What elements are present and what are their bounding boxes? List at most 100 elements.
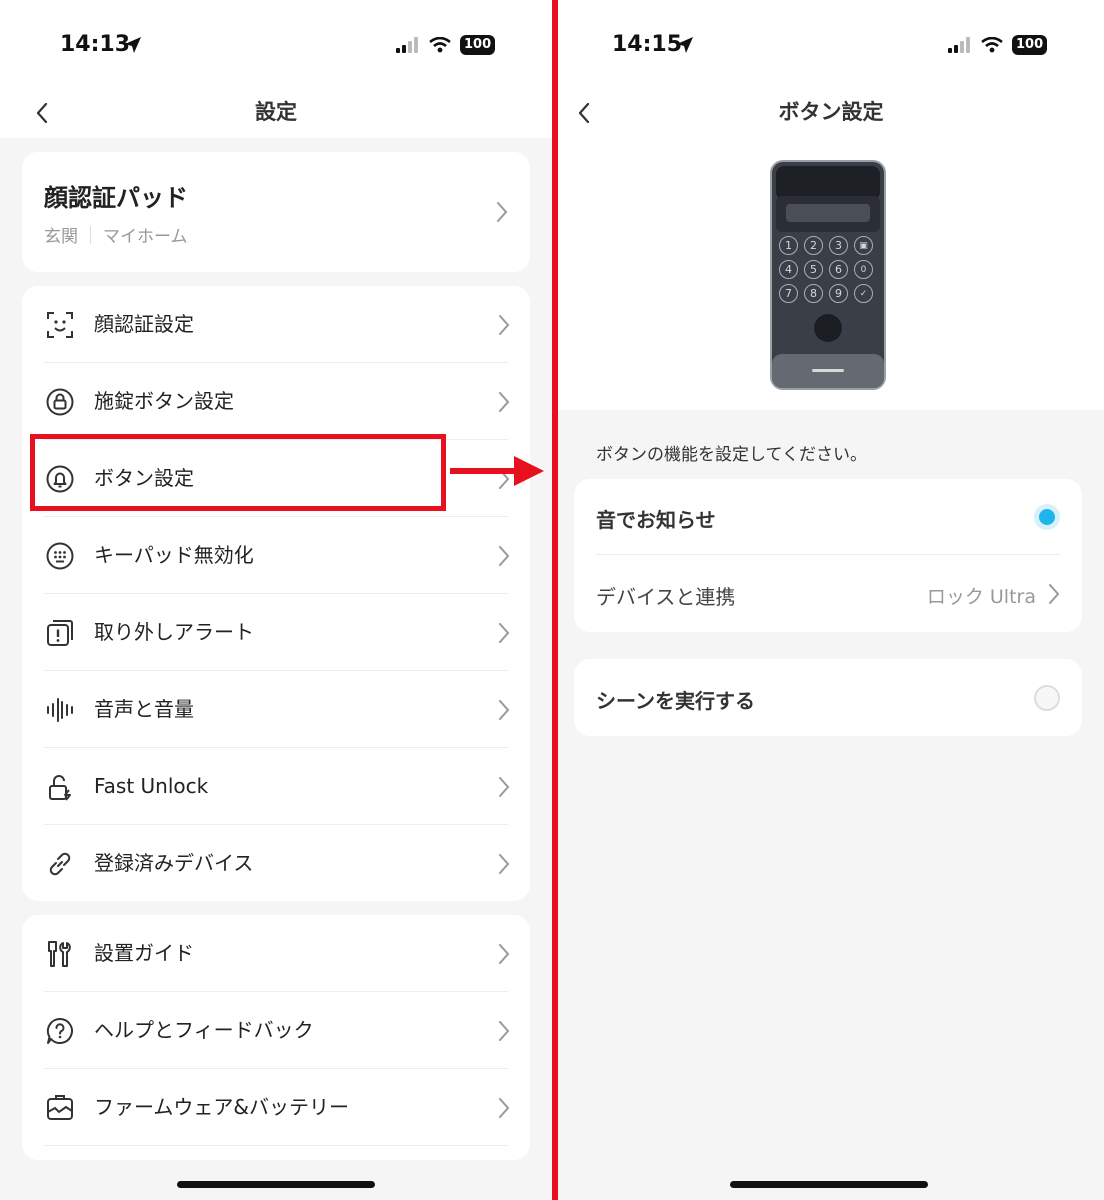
keypad-key: 9 bbox=[829, 284, 848, 303]
signal-icon bbox=[948, 37, 970, 53]
zero-key: 0 bbox=[854, 260, 873, 279]
support-menu-group: 設置ガイド ヘルプとフィードバック ファームウェア&バッテリー bbox=[22, 915, 530, 1160]
device-card[interactable]: 顔認証パッド 玄関 マイホーム bbox=[22, 152, 530, 272]
separator bbox=[90, 225, 91, 244]
keypad-key: 1 bbox=[779, 236, 798, 255]
arrow-line bbox=[450, 468, 520, 474]
firmware-icon bbox=[47, 1095, 73, 1120]
home-indicator bbox=[730, 1181, 928, 1188]
wifi-icon bbox=[429, 37, 451, 53]
keypad-key: 5 bbox=[804, 260, 823, 279]
menu-item-removal-alert[interactable]: 取り外しアラート bbox=[22, 594, 530, 671]
keypad-key: 6 bbox=[829, 260, 848, 279]
menu-item-label: 音声と音量 bbox=[94, 697, 194, 721]
status-time: 14:13 bbox=[60, 32, 131, 57]
chevron-right-icon bbox=[499, 944, 510, 964]
link-icon bbox=[49, 852, 71, 876]
menu-item-keypad-disable[interactable]: キーパッド無効化 bbox=[22, 517, 530, 594]
highlight-box bbox=[30, 434, 446, 511]
option-run-scene[interactable]: シーンを実行する bbox=[574, 659, 1082, 736]
keypad-key: 3 bbox=[829, 236, 848, 255]
battery-indicator: 100 bbox=[1012, 35, 1048, 55]
page-title: 設定 bbox=[255, 100, 297, 124]
radio-selected-icon[interactable] bbox=[1034, 504, 1060, 530]
option-label: デバイスと連携 bbox=[596, 585, 736, 609]
chevron-right-icon bbox=[499, 392, 510, 412]
battery-indicator: 100 bbox=[460, 35, 496, 55]
chevron-right-icon bbox=[499, 700, 510, 720]
unlock-icon bbox=[49, 775, 71, 801]
menu-item-label: キーパッド無効化 bbox=[94, 543, 254, 567]
nav-bar: 設定 bbox=[0, 88, 552, 138]
option-device-link[interactable]: デバイスと連携 ロック Ultra bbox=[574, 555, 1082, 632]
keypad-key: 7 bbox=[779, 284, 798, 303]
home-indicator bbox=[177, 1181, 375, 1188]
radio-unselected-icon[interactable] bbox=[1034, 685, 1060, 711]
location-arrow-icon bbox=[677, 37, 693, 53]
face-scan-icon bbox=[47, 312, 73, 338]
divider bbox=[44, 1145, 508, 1146]
keypad-key: 2 bbox=[804, 236, 823, 255]
status-icons: 100 bbox=[396, 35, 496, 55]
sound-wave-icon bbox=[47, 698, 73, 722]
chevron-right-icon bbox=[499, 546, 510, 566]
arrow-head-icon bbox=[514, 456, 544, 486]
chevron-right-icon bbox=[499, 777, 510, 797]
device-name: 顔認証パッド bbox=[44, 184, 188, 212]
keypad-key-grid: 1 2 3 ▣ 4 5 6 0 7 8 9 ✓ bbox=[779, 236, 877, 303]
status-time: 14:15 bbox=[612, 32, 683, 57]
check-key-icon: ✓ bbox=[854, 284, 873, 303]
menu-item-label: 顔認証設定 bbox=[94, 312, 194, 336]
menu-item-label: Fast Unlock bbox=[94, 774, 209, 798]
lock-icon bbox=[46, 388, 74, 416]
location-arrow-icon bbox=[125, 37, 141, 53]
signal-icon bbox=[396, 37, 418, 53]
chevron-right-icon bbox=[499, 1021, 510, 1041]
menu-item-label: ヘルプとフィードバック bbox=[94, 1018, 314, 1042]
menu-item-label: 設置ガイド bbox=[94, 941, 194, 965]
menu-item-label: ファームウェア&バッテリー bbox=[94, 1095, 349, 1119]
menu-item-label: 施錠ボタン設定 bbox=[94, 389, 234, 413]
chevron-right-icon bbox=[1049, 584, 1060, 604]
status-icons: 100 bbox=[948, 35, 1048, 55]
settings-menu-group: 顔認証設定 施錠ボタン設定 ボタン設定 キーパッド無効化 取り外しアラート 音声… bbox=[22, 286, 530, 901]
menu-item-lock-button-settings[interactable]: 施錠ボタン設定 bbox=[22, 363, 530, 440]
page-title: ボタン設定 bbox=[778, 100, 884, 124]
menu-item-label: 取り外しアラート bbox=[94, 620, 254, 644]
option-sound-notify[interactable]: 音でお知らせ bbox=[574, 479, 1082, 555]
lock-key-icon: ▣ bbox=[854, 236, 873, 255]
linked-device-value: ロック Ultra bbox=[926, 586, 1036, 608]
settings-screen: 14:13 100 設定 顔認証パッド 玄関 マイホーム 顔認証設定 施錠ボタン… bbox=[0, 0, 552, 1200]
chevron-right-icon bbox=[497, 202, 508, 222]
menu-item-install-guide[interactable]: 設置ガイド bbox=[22, 915, 530, 992]
button-function-options: 音でお知らせ デバイスと連携 ロック Ultra bbox=[574, 479, 1082, 632]
menu-item-fast-unlock[interactable]: Fast Unlock bbox=[22, 748, 530, 825]
status-bar: 14:13 100 bbox=[0, 0, 552, 88]
status-bar: 14:15 100 bbox=[558, 0, 1104, 88]
tools-icon bbox=[48, 941, 71, 967]
option-label: シーンを実行する bbox=[596, 689, 755, 713]
menu-item-face-settings[interactable]: 顔認証設定 bbox=[22, 286, 530, 363]
menu-item-sound-volume[interactable]: 音声と音量 bbox=[22, 671, 530, 748]
button-settings-screen: 14:15 100 ボタン設定 1 2 3 ▣ 4 5 6 0 7 8 9 ✓ … bbox=[558, 0, 1104, 1200]
keypad-key: 8 bbox=[804, 284, 823, 303]
device-home: マイホーム bbox=[103, 227, 188, 247]
wifi-icon bbox=[981, 37, 1003, 53]
chevron-right-icon bbox=[499, 315, 510, 335]
instruction-text: ボタンの機能を設定してください。 bbox=[596, 445, 867, 465]
chevron-right-icon bbox=[499, 623, 510, 643]
keypad-icon bbox=[46, 542, 74, 570]
keypad-key: 4 bbox=[779, 260, 798, 279]
device-location: 玄関 bbox=[44, 227, 78, 247]
menu-item-registered-devices[interactable]: 登録済みデバイス bbox=[22, 825, 530, 902]
nav-bar: ボタン設定 bbox=[558, 88, 1104, 138]
device-location-line: 玄関 マイホーム bbox=[44, 222, 188, 247]
option-label: 音でお知らせ bbox=[596, 508, 716, 532]
menu-item-label: 登録済みデバイス bbox=[94, 851, 254, 875]
chevron-right-icon bbox=[499, 854, 510, 874]
device-image-area: 1 2 3 ▣ 4 5 6 0 7 8 9 ✓ bbox=[558, 138, 1104, 410]
menu-item-firmware-battery[interactable]: ファームウェア&バッテリー bbox=[22, 1069, 530, 1146]
menu-item-help-feedback[interactable]: ヘルプとフィードバック bbox=[22, 992, 530, 1069]
help-icon bbox=[46, 1017, 73, 1044]
keypad-device-image: 1 2 3 ▣ 4 5 6 0 7 8 9 ✓ bbox=[770, 160, 886, 390]
